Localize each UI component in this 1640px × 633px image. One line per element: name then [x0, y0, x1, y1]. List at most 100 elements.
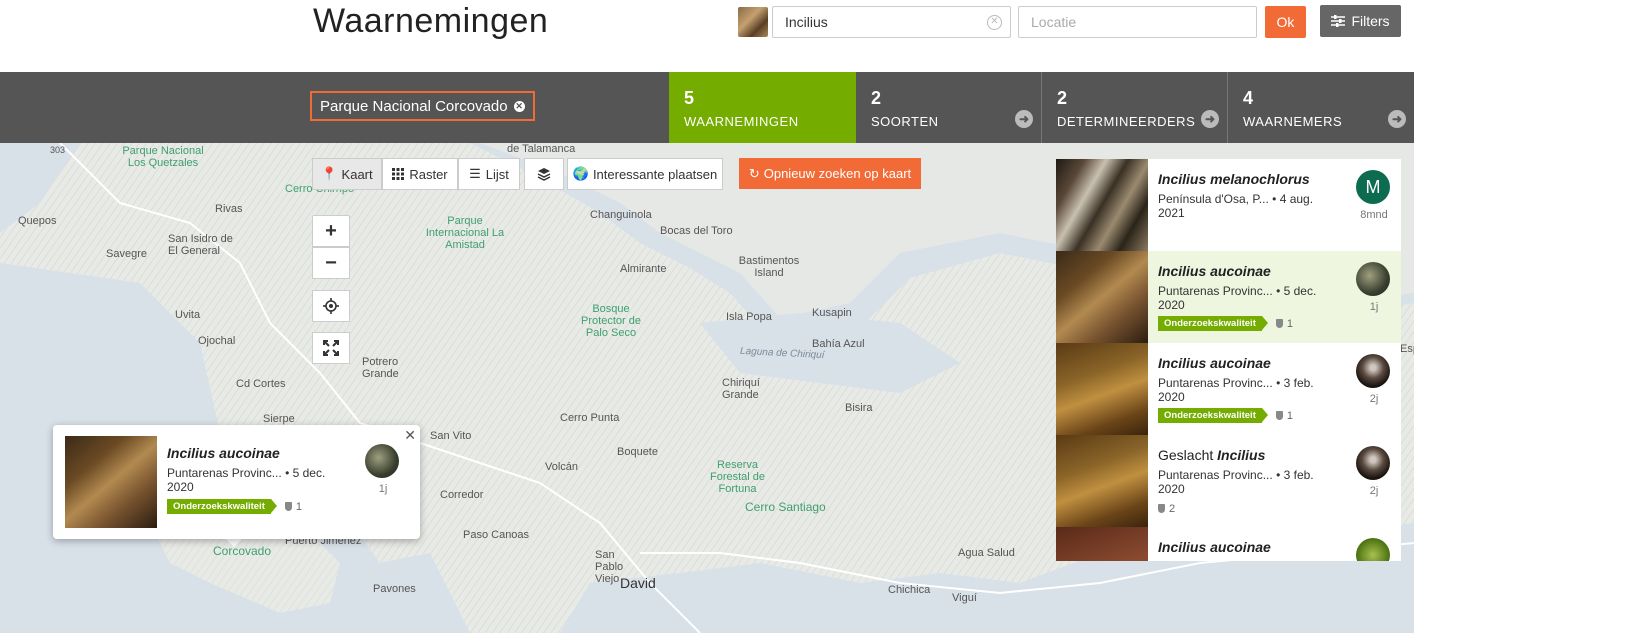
observations-count: 5 [684, 88, 695, 108]
map-label: Kusapin [812, 307, 852, 319]
map-label: Cerro Santiago [745, 500, 826, 514]
taxon-photo [738, 7, 768, 37]
taxon-genus: Incilius [1217, 447, 1266, 463]
avatar[interactable] [1356, 262, 1390, 296]
place-filter-chip[interactable]: Parque Nacional Corcovado ✕ [310, 91, 535, 121]
observation-meta: Puntarenas Provinc... • 3 feb. 2020 [1158, 468, 1314, 496]
observation-photo[interactable] [1056, 343, 1148, 435]
taxon-name[interactable]: Incilius melanochlorus [1158, 171, 1338, 187]
shield-icon [1158, 504, 1165, 513]
quality-badge: Onderzoekskwaliteit [167, 499, 277, 514]
ok-button[interactable]: Ok [1265, 6, 1306, 38]
map-label: Bahía Azul [812, 338, 865, 350]
grid-icon [392, 168, 405, 180]
observation-photo[interactable] [1056, 527, 1148, 561]
map-label: Isla Popa [726, 311, 772, 323]
arrow-right-icon: ➜ [1201, 110, 1219, 128]
quality-badge: Onderzoekskwaliteit [1158, 316, 1268, 331]
close-icon[interactable]: ✕ [404, 427, 416, 444]
avatar[interactable] [1356, 538, 1390, 561]
list-item[interactable]: Incilius aucoinae Puntarenas Provinc... … [1056, 343, 1401, 436]
locate-icon [323, 298, 339, 314]
taxon-name[interactable]: Geslacht Incilius [1158, 447, 1338, 463]
taxon-value: Incilius [785, 14, 828, 30]
map-label: Parque Internacional La Amistad [425, 215, 505, 251]
observation-place: Puntarenas Provinc... [1158, 284, 1273, 298]
interesting-places-label: Interessante plaatsen [592, 166, 718, 182]
map-label: de Talamanca [507, 143, 576, 155]
layers-icon [537, 168, 551, 181]
map-label: Potrero Grande [362, 356, 399, 380]
tab-identifiers[interactable]: 2 DETERMINEERDERS ➜ [1042, 72, 1228, 143]
fullscreen-button[interactable] [312, 332, 350, 364]
popup-age: 1j [378, 483, 388, 495]
zoom-out-button[interactable]: − [312, 247, 350, 279]
shield-icon [1275, 411, 1283, 420]
observation-popup[interactable]: ✕ Incilius aucoinae Puntarenas Provinc..… [53, 425, 420, 539]
map-label: Cerro Punta [560, 412, 620, 424]
locate-button[interactable] [312, 290, 350, 322]
map-label: Ojochal [198, 335, 236, 347]
popup-photo[interactable] [65, 436, 157, 528]
map-label: Uvita [175, 309, 201, 321]
fullscreen-icon [323, 340, 339, 356]
list-item[interactable]: Incilius aucoinae Puntarenas Provinc... … [1056, 251, 1401, 344]
tab-species[interactable]: 2 SOORTEN ➜ [856, 72, 1042, 143]
observers-count: 4 [1243, 88, 1254, 108]
taxon-name[interactable]: Incilius aucoinae [1158, 355, 1338, 371]
avatar[interactable] [1356, 354, 1390, 388]
id-count-value: 2 [1169, 502, 1176, 515]
quality-badge: Onderzoekskwaliteit [1158, 408, 1268, 423]
zoom-in-button[interactable]: + [312, 215, 350, 247]
id-count-value: 1 [295, 500, 302, 513]
map-label: David [620, 575, 656, 591]
layers-button[interactable] [524, 158, 564, 190]
observation-place: Puntarenas Provinc... [1158, 468, 1273, 482]
tab-grid-label: Raster [409, 166, 448, 182]
place-chip-label: Parque Nacional Corcovado [320, 97, 508, 115]
location-placeholder: Locatie [1031, 14, 1077, 30]
avatar[interactable] [365, 444, 399, 478]
shield-icon [284, 502, 292, 511]
page-title: Waarnemingen [313, 2, 549, 40]
observation-photo[interactable] [1056, 159, 1148, 251]
taxon-name[interactable]: Incilius aucoinae [1158, 539, 1338, 555]
search-clear-icon[interactable]: ✕ [987, 15, 1002, 30]
popup-place: Puntarenas Provinc... [167, 466, 282, 480]
tab-observations[interactable]: 5 WAARNEMINGEN [669, 72, 856, 143]
avatar[interactable] [1356, 446, 1390, 480]
observation-photo[interactable] [1056, 251, 1148, 343]
shield-icon [1275, 319, 1283, 328]
arrow-right-icon: ➜ [1015, 110, 1033, 128]
taxon-search-input[interactable]: Incilius ✕ [772, 6, 1011, 38]
list-icon: ☰ [469, 166, 481, 181]
map-label: Paso Canoas [463, 529, 530, 541]
observations-label: WAARNEMINGEN [684, 114, 799, 129]
avatar[interactable]: M [1356, 170, 1390, 204]
map-label: Chichica [888, 584, 931, 596]
location-input[interactable]: Locatie [1018, 6, 1257, 38]
list-item[interactable]: Incilius melanochlorus Península d'Osa, … [1056, 159, 1401, 252]
tab-list[interactable]: ☰ Lijst [458, 158, 520, 190]
popup-taxon-name[interactable]: Incilius aucoinae [167, 445, 347, 461]
list-item[interactable]: Incilius aucoinae [1056, 527, 1401, 561]
redo-search-button[interactable]: ↻ Opnieuw zoeken op kaart [739, 158, 921, 189]
taxon-name[interactable]: Incilius aucoinae [1158, 263, 1338, 279]
tab-grid[interactable]: Raster [382, 158, 458, 190]
list-item[interactable]: Geslacht Incilius Puntarenas Provinc... … [1056, 435, 1401, 528]
map-label: Bosque Protector de Palo Seco [581, 303, 641, 339]
observation-photo[interactable] [1056, 435, 1148, 527]
id-count: 2 [1158, 503, 1175, 515]
map-label: San Isidro de El General [168, 233, 233, 257]
tab-map[interactable]: 📍 Kaart [312, 158, 382, 190]
id-count-value: 1 [1286, 317, 1293, 330]
tab-observers[interactable]: 4 WAARNEMERS ➜ [1228, 72, 1414, 143]
filters-button[interactable]: Filters [1320, 5, 1401, 37]
redo-search-label: Opnieuw zoeken op kaart [763, 166, 912, 181]
id-count: 1 [1275, 317, 1293, 330]
interesting-places-button[interactable]: 🌍 Interessante plaatsen [567, 158, 723, 190]
close-icon[interactable]: ✕ [513, 100, 525, 112]
map-label: Esp [1400, 343, 1414, 355]
observation-age: 2j [1369, 393, 1379, 405]
id-count: 1 [284, 500, 302, 513]
